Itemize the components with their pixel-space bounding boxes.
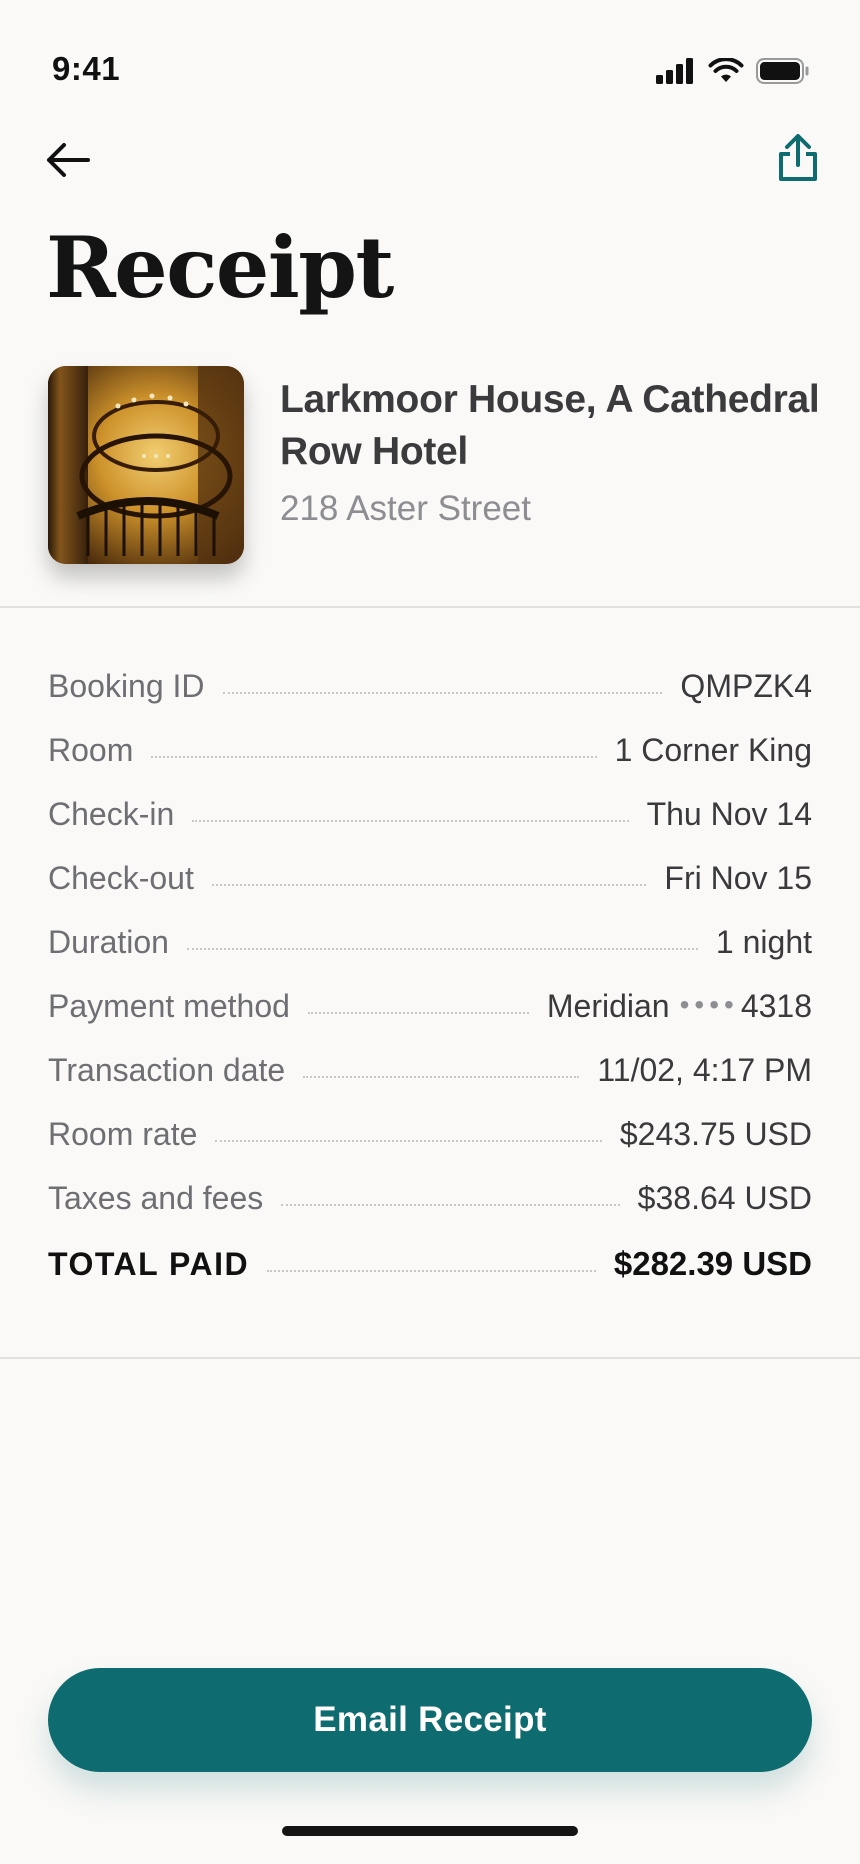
cellular-signal-icon [656, 58, 693, 84]
detail-value: 1 Corner King [614, 731, 812, 768]
detail-row-duration: Duration 1 night [48, 910, 812, 974]
detail-value: Fri Nov 15 [664, 859, 812, 896]
detail-row-room: Room 1 Corner King [48, 718, 812, 782]
email-receipt-button[interactable]: Email Receipt [48, 1668, 812, 1772]
detail-row-check-in: Check-in Thu Nov 14 [48, 782, 812, 846]
detail-label: Payment method [48, 987, 290, 1024]
dotted-leader [211, 870, 647, 886]
dotted-leader [303, 1062, 580, 1078]
detail-row-room-rate: Room rate $243.75 USD [48, 1102, 812, 1166]
detail-label: Check-out [48, 859, 194, 896]
hotel-info: Larkmoor House, A Cathedral Row Hotel 21… [280, 374, 820, 532]
detail-value: $38.64 USD [637, 1179, 812, 1216]
total-value: $282.39 USD [613, 1245, 812, 1282]
detail-label: Room rate [48, 1115, 198, 1152]
status-time: 9:41 [52, 50, 121, 87]
wifi-icon [708, 58, 744, 82]
dotted-leader [186, 934, 698, 950]
receipt-details: Booking ID QMPZK4 Room 1 Corner King Che… [48, 654, 812, 1296]
arrow-left-icon [47, 143, 90, 177]
detail-value: $243.75 USD [619, 1115, 812, 1152]
detail-row-booking-id: Booking ID QMPZK4 [48, 654, 812, 718]
total-label: TOTAL PAID [48, 1245, 250, 1282]
card-last-four: 4318 [740, 987, 812, 1024]
nav-bar [0, 120, 860, 200]
detail-row-transaction-date: Transaction date 11/02, 4:17 PM [48, 1038, 812, 1102]
battery-icon [756, 58, 809, 84]
home-indicator [282, 1826, 578, 1836]
detail-value: Meridian ••••4318 [547, 988, 812, 1025]
dotted-leader [267, 1256, 596, 1272]
detail-value: QMPZK4 [680, 667, 812, 704]
detail-row-check-out: Check-out Fri Nov 15 [48, 846, 812, 910]
card-brand: Meridian [546, 987, 670, 1024]
detail-value: 11/02, 4:17 PM [597, 1051, 812, 1088]
back-button[interactable] [38, 130, 98, 190]
dotted-leader [307, 998, 529, 1014]
status-icons [656, 58, 810, 84]
detail-label: Taxes and fees [48, 1179, 264, 1216]
detail-value: 1 night [715, 923, 812, 960]
divider-top [0, 606, 860, 608]
detail-row-payment-method: Payment method Meridian ••••4318 [48, 974, 812, 1038]
divider-bottom [0, 1357, 860, 1359]
total-paid-row: TOTAL PAID $282.39 USD [48, 1232, 812, 1296]
detail-value: Thu Nov 14 [646, 795, 812, 832]
share-button[interactable] [766, 126, 830, 190]
dotted-leader [281, 1190, 620, 1206]
status-bar: 9:41 [0, 0, 860, 120]
dotted-leader [222, 678, 663, 694]
hotel-card: Larkmoor House, A Cathedral Row Hotel 21… [48, 366, 828, 566]
hotel-photo [48, 366, 244, 564]
dotted-leader [215, 1126, 602, 1142]
detail-label: Booking ID [48, 667, 205, 704]
hotel-address: 218 Aster Street [280, 489, 531, 528]
dotted-leader [192, 806, 629, 822]
hotel-name: Larkmoor House, A Cathedral Row Hotel [280, 378, 820, 473]
detail-label: Transaction date [48, 1051, 286, 1088]
share-icon [779, 134, 817, 181]
card-mask: •••• [679, 988, 739, 1020]
detail-row-taxes-fees: Taxes and fees $38.64 USD [48, 1166, 812, 1230]
detail-label: Room [48, 731, 134, 768]
detail-label: Duration [48, 923, 169, 960]
detail-label: Check-in [48, 795, 175, 832]
dotted-leader [151, 742, 597, 758]
page-title: Receipt [46, 218, 394, 317]
